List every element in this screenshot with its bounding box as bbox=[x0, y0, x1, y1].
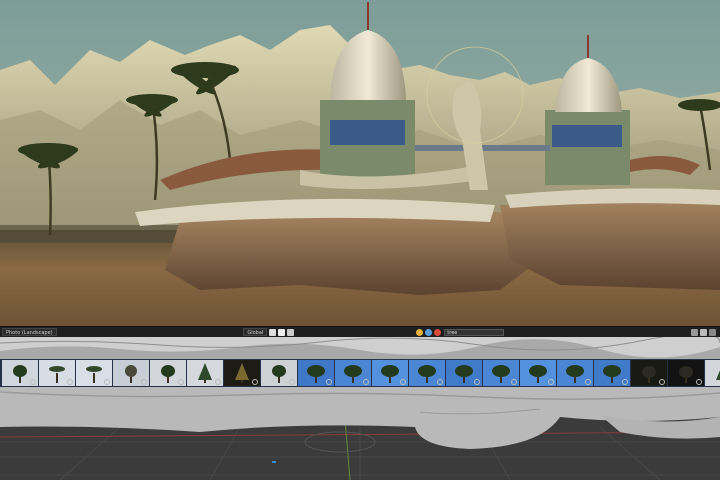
asset-thumbnail[interactable] bbox=[668, 360, 704, 386]
asset-thumbnail[interactable] bbox=[372, 360, 408, 386]
viewport-grid bbox=[0, 387, 720, 480]
3d-viewport[interactable] bbox=[0, 387, 720, 480]
more-icon[interactable] bbox=[709, 328, 717, 336]
grid-icon[interactable] bbox=[425, 328, 433, 336]
asset-thumbnail[interactable] bbox=[113, 360, 149, 386]
asset-status-icon bbox=[622, 379, 628, 385]
asset-status-icon bbox=[696, 379, 702, 385]
scope-dropdown[interactable]: Global bbox=[243, 328, 268, 336]
asset-thumbnail[interactable] bbox=[261, 360, 297, 386]
asset-status-icon bbox=[326, 379, 332, 385]
asset-thumbnail[interactable] bbox=[409, 360, 445, 386]
asset-status-icon bbox=[548, 379, 554, 385]
asset-status-icon bbox=[400, 379, 406, 385]
asset-status-icon bbox=[104, 379, 110, 385]
render-view[interactable] bbox=[0, 0, 720, 326]
asset-filter-input[interactable]: tree bbox=[444, 328, 505, 336]
tree-thumbnail-icon bbox=[705, 360, 720, 386]
filter-icon[interactable] bbox=[434, 328, 442, 336]
globe-icon[interactable] bbox=[416, 328, 424, 336]
asset-thumbnail[interactable] bbox=[335, 360, 371, 386]
asset-thumbnail[interactable] bbox=[224, 360, 260, 386]
asset-status-icon bbox=[511, 379, 517, 385]
asset-thumbnail[interactable] bbox=[631, 360, 667, 386]
fantasy-scene-render bbox=[0, 0, 720, 326]
asset-status-icon bbox=[437, 379, 443, 385]
asset-thumbnail[interactable] bbox=[150, 360, 186, 386]
render-icon[interactable] bbox=[269, 328, 277, 336]
asset-status-icon bbox=[67, 379, 73, 385]
asset-thumbnail[interactable] bbox=[594, 360, 630, 386]
asset-thumbnail[interactable] bbox=[483, 360, 519, 386]
asset-status-icon bbox=[215, 379, 221, 385]
rock-sculpt-strip bbox=[0, 337, 720, 359]
asset-status-icon bbox=[178, 379, 184, 385]
asset-thumbnail[interactable] bbox=[76, 360, 112, 386]
asset-thumbnail-tray bbox=[0, 359, 720, 387]
asset-status-icon bbox=[659, 379, 665, 385]
asset-thumbnail[interactable] bbox=[705, 360, 720, 386]
asset-thumbnail[interactable] bbox=[39, 360, 75, 386]
asset-thumbnail[interactable] bbox=[2, 360, 38, 386]
asset-thumbnail[interactable] bbox=[520, 360, 556, 386]
asset-status-icon bbox=[30, 379, 36, 385]
light-icon[interactable] bbox=[287, 328, 295, 336]
asset-status-icon bbox=[141, 379, 147, 385]
asset-status-icon bbox=[289, 379, 295, 385]
asset-thumbnail[interactable] bbox=[446, 360, 482, 386]
asset-thumbnail[interactable] bbox=[298, 360, 334, 386]
funnel-icon[interactable] bbox=[691, 328, 699, 336]
preset-dropdown[interactable]: Photo (Landscape) bbox=[2, 328, 57, 336]
asset-status-icon bbox=[252, 379, 258, 385]
asset-thumbnail[interactable] bbox=[187, 360, 223, 386]
asset-status-icon bbox=[474, 379, 480, 385]
asset-status-icon bbox=[363, 379, 369, 385]
camera-icon[interactable] bbox=[278, 328, 286, 336]
asset-status-icon bbox=[585, 379, 591, 385]
settings-icon[interactable] bbox=[700, 328, 708, 336]
asset-thumbnail[interactable] bbox=[557, 360, 593, 386]
